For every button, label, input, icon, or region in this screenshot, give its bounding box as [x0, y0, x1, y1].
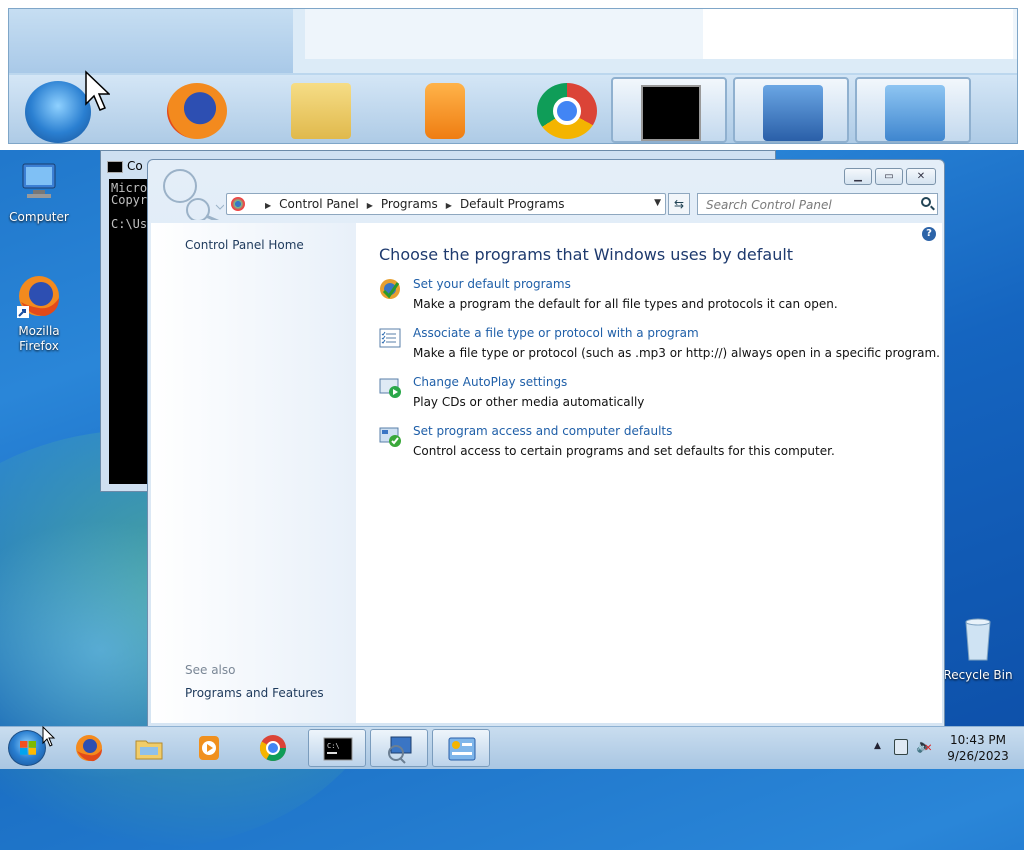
zoom-explorer-icon [263, 77, 379, 143]
window-controls: ▁ ▭ ✕ [844, 168, 936, 186]
main-content-pane: ? Choose the programs that Windows uses … [356, 223, 942, 723]
search-icon[interactable] [921, 197, 931, 207]
back-forward-icon [163, 169, 225, 224]
breadcrumb-item[interactable]: Control Panel [279, 197, 359, 211]
set-default-programs-link[interactable]: Set your default programs [413, 277, 571, 291]
desktop-icon-computer[interactable]: Computer [4, 158, 74, 224]
file-association-icon [379, 328, 401, 348]
taskbar-control-panel[interactable] [432, 729, 490, 767]
firefox-icon [76, 735, 102, 762]
breadcrumb-item[interactable]: Programs [381, 197, 438, 211]
control-panel-home-link[interactable]: Control Panel Home [185, 238, 304, 252]
task-description: Make a program the default for all file … [413, 297, 838, 311]
breadcrumb-arrow-icon: ▶ [265, 201, 272, 210]
taskbar-remote-desktop[interactable] [370, 729, 428, 767]
taskbar-cmd[interactable]: C:\ [308, 729, 366, 767]
cmd-icon: C:\ [323, 737, 353, 761]
system-tray: ▲ 🔈 ✕ 10:43 PM 9/26/2023 [864, 727, 1024, 769]
program-access-link[interactable]: Set program access and computer defaults [413, 424, 672, 438]
breadcrumb-item[interactable]: Default Programs [460, 197, 565, 211]
task-item: Set your default programs Make a program… [378, 277, 938, 321]
show-hidden-icons-icon[interactable]: ▲ [874, 741, 881, 751]
desktop-icon-firefox[interactable]: Mozilla Firefox [4, 272, 74, 354]
task-description: Control access to certain programs and s… [413, 444, 835, 458]
control-panel-window[interactable]: ▁ ▭ ✕ ▶ Control Panel ▶ Programs ▶ Default Pr… [147, 159, 945, 727]
zoom-firefox-icon [139, 77, 255, 143]
breadcrumb-arrow-icon[interactable]: ▶ [446, 201, 452, 210]
firefox-icon [15, 272, 63, 320]
cursor-icon [42, 726, 56, 747]
address-bar[interactable]: ▶ Control Panel ▶ Programs ▶ Default Programs… [226, 193, 666, 215]
desktop-icon-recycle-bin[interactable]: Recycle Bin [940, 616, 1016, 682]
task-item: Change AutoPlay settings Play CDs or oth… [378, 375, 938, 419]
chrome-icon [259, 735, 287, 762]
cursor-icon [85, 70, 110, 111]
taskbar-explorer[interactable] [120, 729, 178, 767]
control-panel-icon [231, 197, 245, 211]
help-icon[interactable]: ? [922, 227, 936, 241]
refresh-button[interactable]: ⇆ [668, 193, 690, 215]
computer-icon [15, 158, 63, 206]
recycle-bin-icon [954, 616, 1002, 664]
windows-logo-icon [20, 741, 36, 755]
clock[interactable]: 10:43 PM 9/26/2023 [944, 732, 1012, 764]
taskbar-media-player[interactable] [180, 729, 238, 767]
desktop-icon-label: Recycle Bin [943, 668, 1013, 682]
media-player-icon [199, 736, 219, 760]
search-placeholder: Search Control Panel [706, 198, 832, 212]
desktop-icon-label: Computer [9, 210, 69, 224]
remote-desktop-icon [388, 736, 412, 764]
breadcrumb: ▶ Control Panel ▶ Programs ▶ Default Programs [257, 197, 564, 211]
see-also-heading: See also [185, 663, 236, 677]
nav-buttons[interactable] [158, 164, 225, 224]
cmd-icon [107, 160, 123, 173]
refresh-icon: ⇆ [673, 197, 685, 211]
magnifier-zoom-view [0, 0, 1024, 150]
close-button[interactable]: ✕ [906, 168, 936, 185]
zoom-control-panel-icon [855, 77, 971, 143]
page-title: Choose the programs that Windows uses by… [379, 245, 794, 264]
zoom-cmd-icon [611, 77, 727, 143]
breadcrumb-arrow-icon[interactable]: ▶ [367, 201, 373, 210]
taskbar: C:\ ▲ 🔈 ✕ 10:43 PM 9/26/2023 [0, 726, 1024, 769]
zoom-chrome-icon [509, 77, 625, 143]
programs-and-features-link[interactable]: Programs and Features [185, 686, 324, 700]
associate-file-type-link[interactable]: Associate a file type or protocol with a… [413, 326, 699, 340]
maximize-button[interactable]: ▭ [875, 168, 903, 185]
zoom-media-player-icon [387, 77, 503, 143]
task-description: Play CDs or other media automatically [413, 395, 645, 409]
zoom-remote-desktop-icon [733, 77, 849, 143]
program-access-icon [379, 427, 401, 447]
taskbar-chrome[interactable] [244, 729, 302, 767]
cmd-console[interactable]: Micro Copyr C:\Us [109, 179, 149, 484]
clock-date: 9/26/2023 [947, 749, 1009, 763]
cmd-window-title: Co [107, 159, 143, 173]
volume-muted-icon[interactable]: 🔈 ✕ [916, 739, 932, 754]
desktop-icon-label: Mozilla Firefox [18, 324, 60, 353]
zoom-start-orb-icon [15, 77, 131, 143]
network-icon[interactable] [894, 739, 908, 755]
left-nav-pane: Control Panel Home See also Programs and… [151, 223, 356, 723]
minimize-button[interactable]: ▁ [844, 168, 872, 185]
clock-time: 10:43 PM [950, 733, 1006, 747]
search-box[interactable]: Search Control Panel [697, 193, 938, 215]
taskbar-firefox[interactable] [60, 729, 118, 767]
explorer-icon [135, 740, 163, 760]
svg-text:C:\: C:\ [327, 742, 340, 750]
default-programs-icon [380, 279, 400, 299]
chevron-down-icon[interactable]: ▼ [654, 198, 661, 208]
change-autoplay-link[interactable]: Change AutoPlay settings [413, 375, 567, 389]
task-item: Associate a file type or protocol with a… [378, 326, 940, 370]
task-description: Make a file type or protocol (such as .m… [413, 346, 940, 360]
start-button[interactable] [8, 730, 46, 766]
autoplay-icon [379, 378, 401, 398]
control-panel-icon [448, 737, 476, 761]
task-item: Set program access and computer defaults… [378, 424, 938, 468]
